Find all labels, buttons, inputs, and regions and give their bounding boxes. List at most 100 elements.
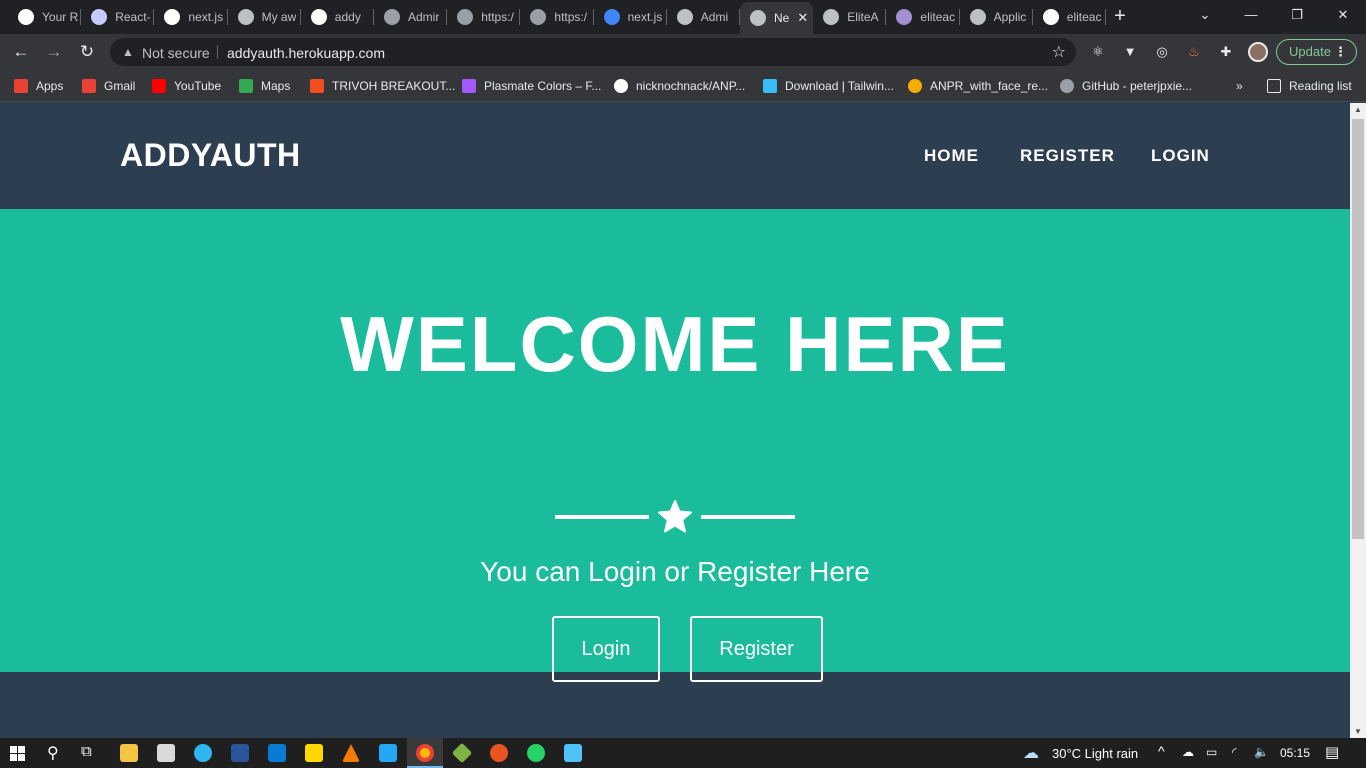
browser-tab[interactable]: next.js: [154, 4, 228, 30]
battery-icon[interactable]: ▭: [1206, 745, 1217, 759]
bookmark-item[interactable]: TRIVOH BREAKOUT...: [310, 77, 455, 95]
onedrive-icon[interactable]: ☁: [1182, 745, 1194, 759]
file-explorer-icon[interactable]: [120, 744, 138, 762]
whatsapp-icon[interactable]: [527, 744, 545, 762]
bookmark-item[interactable]: Apps: [14, 77, 63, 95]
page-scrollbar[interactable]: ▲ ▼: [1350, 103, 1366, 738]
close-window-button[interactable]: ✕: [1320, 0, 1366, 30]
register-button[interactable]: Register: [690, 616, 823, 682]
cloud-weather-icon[interactable]: ☁: [1023, 743, 1039, 763]
nav-login-link[interactable]: LOGIN: [1151, 146, 1210, 166]
extensions-puzzle-icon[interactable]: ✚: [1217, 43, 1235, 61]
browser-tab[interactable]: next.js: [594, 4, 667, 30]
tab-title: https:/: [481, 10, 514, 24]
git-icon[interactable]: [451, 742, 473, 764]
tab-search-icon[interactable]: ⌄: [1182, 0, 1228, 30]
bookmark-item[interactable]: ANPR_with_face_re...: [908, 77, 1048, 95]
mail-icon[interactable]: [268, 744, 286, 762]
nav-home-link[interactable]: HOME: [924, 146, 979, 166]
bookmark-item[interactable]: Gmail: [82, 77, 135, 95]
clock-time[interactable]: 05:15: [1280, 746, 1310, 760]
nav-register-link[interactable]: REGISTER: [1020, 146, 1115, 166]
sticky-notes-icon[interactable]: [305, 744, 323, 762]
bookmark-item[interactable]: GitHub - peterjpxie...: [1060, 77, 1192, 95]
browser-tab[interactable]: My aw: [228, 4, 301, 30]
maximize-button[interactable]: ❐: [1274, 0, 1320, 30]
warning-icon[interactable]: ▲: [120, 44, 136, 60]
word-icon[interactable]: [231, 744, 249, 762]
scrollbar-thumb[interactable]: [1352, 119, 1364, 539]
reading-list-button[interactable]: Reading list: [1267, 77, 1352, 95]
gmail-icon: [82, 79, 96, 93]
back-arrow-icon[interactable]: ←: [9, 40, 33, 64]
edge-icon[interactable]: [194, 744, 212, 762]
browser-tab[interactable]: addy: [301, 4, 374, 30]
url-text[interactable]: addyauth.herokuapp.com: [227, 45, 385, 61]
close-tab-icon[interactable]: ✕: [797, 10, 808, 26]
bookmarks-overflow-button[interactable]: »: [1236, 77, 1243, 95]
youtube-icon: [152, 79, 166, 93]
volume-icon[interactable]: 🔈: [1254, 745, 1269, 759]
browser-tab[interactable]: https:/: [447, 4, 521, 30]
weather-text[interactable]: 30°C Light rain: [1052, 746, 1138, 761]
browser-tab[interactable]: React-: [81, 4, 155, 30]
new-tab-button[interactable]: +: [1110, 5, 1130, 29]
tab-title: https:/: [554, 10, 588, 24]
update-button[interactable]: Update ⋮: [1276, 39, 1357, 65]
browser-tab[interactable]: Admir: [374, 4, 448, 30]
search-icon[interactable]: ⚲: [47, 743, 59, 763]
vlc-icon[interactable]: [342, 744, 360, 762]
browser-tab[interactable]: eliteac: [1033, 4, 1106, 30]
browser-tab[interactable]: Admi: [667, 4, 740, 30]
hero-title: WELCOME HERE: [340, 300, 1010, 388]
bookmark-item[interactable]: Download | Tailwin...: [763, 77, 894, 95]
scroll-up-icon[interactable]: ▲: [1354, 105, 1362, 114]
bookmark-item[interactable]: nicknochnack/ANP...: [614, 77, 745, 95]
bookmark-label: Gmail: [104, 79, 136, 93]
fire-extension-icon[interactable]: ♨: [1185, 43, 1203, 61]
bookmark-star-icon[interactable]: ☆: [1052, 42, 1066, 62]
ubuntu-icon[interactable]: [490, 744, 508, 762]
windows-start-icon[interactable]: [10, 746, 25, 761]
minimize-button[interactable]: —: [1228, 0, 1274, 30]
bookmark-item[interactable]: YouTube: [152, 77, 221, 95]
cs-app-icon[interactable]: [564, 744, 582, 762]
browser-tab[interactable]: Applic: [960, 4, 1033, 30]
login-button[interactable]: Login: [552, 616, 660, 682]
notifications-icon[interactable]: ▤: [1325, 743, 1339, 761]
scroll-down-icon[interactable]: ▼: [1354, 727, 1362, 736]
store-icon[interactable]: [157, 744, 175, 762]
apps-grid-icon: [14, 79, 28, 93]
heroku-icon: [896, 9, 913, 25]
browser-tab[interactable]: Ne ✕: [740, 2, 814, 34]
profile-avatar[interactable]: [1248, 42, 1268, 62]
security-label[interactable]: Not secure: [142, 45, 210, 61]
vscode-icon[interactable]: [379, 744, 397, 762]
vue-devtools-icon[interactable]: ▼: [1121, 43, 1139, 61]
site-brand-logo[interactable]: ADDYAUTH: [120, 137, 301, 174]
divider-line-left: [555, 515, 649, 519]
task-view-icon[interactable]: ⧉: [81, 743, 92, 760]
tab-title: React-: [115, 10, 151, 24]
reload-icon[interactable]: ↻: [75, 40, 99, 64]
tab-title: Ne: [774, 11, 790, 25]
chrome-taskbar-active[interactable]: [407, 738, 443, 768]
browser-tab[interactable]: eliteac: [886, 4, 960, 30]
bookmarks-bar: » Reading list Apps Gmail YouTube Maps TRIVO…: [0, 70, 1366, 102]
wifi-icon[interactable]: ◜: [1232, 745, 1237, 759]
browser-tab[interactable]: Your R: [8, 4, 82, 30]
record-extension-icon[interactable]: ◎: [1153, 43, 1171, 61]
address-bar[interactable]: ▲ Not secure addyauth.herokuapp.com ☆: [110, 38, 1076, 66]
forward-arrow-icon[interactable]: →: [42, 40, 66, 64]
bookmark-item[interactable]: Maps: [239, 77, 290, 95]
menu-kebab-icon[interactable]: ⋮: [1334, 40, 1347, 64]
reading-list-icon: [1267, 79, 1281, 93]
react-devtools-icon[interactable]: ⚛: [1089, 43, 1107, 61]
tailwind-icon: [763, 79, 777, 93]
browser-tab[interactable]: EliteA: [813, 4, 887, 30]
browser-tab[interactable]: https:/: [520, 4, 594, 30]
tray-chevron-up-icon[interactable]: ^: [1158, 743, 1165, 759]
figma-icon: [310, 79, 324, 93]
tab-title: next.js: [188, 10, 224, 24]
bookmark-item[interactable]: Plasmate Colors – F...: [462, 77, 601, 95]
